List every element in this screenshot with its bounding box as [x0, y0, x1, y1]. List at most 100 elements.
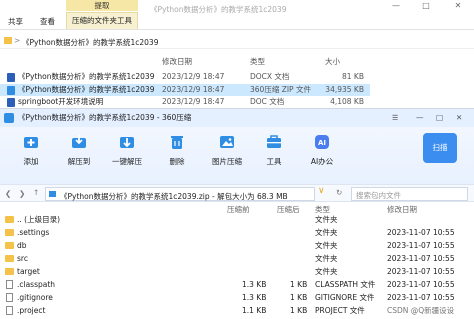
- explorer-ribbon: 提取 共享 查看 压缩的文件夹工具 《Python数据分析》的教学系统1c203…: [0, 0, 474, 30]
- forward-arrow-icon[interactable]: ❯: [19, 189, 25, 198]
- tools-icon: [267, 135, 281, 148]
- zip-window: 《Python数据分析》的教学系统1c2039 - 360压缩 ☰ — □ ✕ …: [0, 108, 474, 319]
- zip-path-bar: ❮ ❯ ↑ 《Python数据分析》的教学系统1c2039.zip - 解包大小…: [0, 184, 474, 202]
- minimize-button[interactable]: —: [416, 109, 424, 127]
- row-name: .classpath: [17, 280, 56, 289]
- table-row[interactable]: db 文件夹 2023-11-07 10:55: [0, 239, 474, 253]
- minimize-button[interactable]: —: [382, 0, 410, 12]
- row-type: 文件夹: [315, 228, 338, 237]
- file-modified: 2023/12/9 18:47: [162, 85, 225, 94]
- file-name: 《Python数据分析》的教学系统1c2039: [18, 85, 155, 94]
- row-name: src: [17, 254, 28, 263]
- tab-view[interactable]: 查看: [40, 16, 55, 28]
- folder-icon: [5, 242, 14, 249]
- address-path: 《Python数据分析》的教学系统1c2039: [22, 38, 159, 47]
- tab-compressed-folder-tools[interactable]: 压缩的文件夹工具: [66, 12, 138, 29]
- delete-label: 删除: [169, 157, 185, 166]
- row-before: 1.3 KB: [242, 293, 267, 302]
- table-row[interactable]: .gitignore 1.3 KB 1 KB GITIGNORE 文件 2023…: [0, 291, 474, 305]
- file-icon: [6, 280, 13, 289]
- table-row[interactable]: target 文件夹 2023-11-07 10:55: [0, 265, 474, 279]
- row-name: .. (上级目录): [17, 215, 61, 224]
- app-icon: [4, 113, 14, 123]
- file-size: 34,935 KB: [325, 85, 364, 94]
- one-click-extract-icon: [120, 137, 134, 148]
- row-modified: 2023-11-07 10:55: [387, 241, 455, 250]
- delete-icon: [171, 136, 183, 149]
- add-button[interactable]: 添加: [9, 133, 53, 167]
- chevron-right-icon: >: [14, 36, 21, 45]
- explorer-window-title: 《Python数据分析》的教学系统1c2039: [150, 5, 287, 14]
- explorer-file-row[interactable]: 《Python数据分析》的教学系统1c2039 2023/12/9 18:47 …: [0, 71, 370, 83]
- file-size: 4,108 KB: [330, 97, 364, 106]
- add-label: 添加: [23, 157, 39, 166]
- row-modified: 2023-11-07 10:55: [387, 280, 455, 289]
- row-type: PROJECT 文件: [315, 306, 365, 315]
- explorer-file-row-selected[interactable]: 《Python数据分析》的教学系统1c2039 2023/12/9 18:47 …: [0, 84, 370, 96]
- tools-label: 工具: [266, 157, 282, 166]
- table-row[interactable]: .. (上级目录) 文件夹: [0, 213, 474, 227]
- image-compress-button[interactable]: 图片压缩: [205, 133, 249, 167]
- delete-button[interactable]: 删除: [155, 133, 199, 167]
- maximize-button[interactable]: □: [436, 109, 443, 127]
- file-name: springboot开发环境说明: [18, 97, 104, 106]
- table-row[interactable]: src 文件夹 2023-11-07 10:55: [0, 252, 474, 266]
- tools-button[interactable]: 工具: [252, 133, 296, 167]
- archive-path-field[interactable]: 《Python数据分析》的教学系统1c2039.zip - 解包大小为 68.3…: [45, 187, 315, 201]
- row-after: 1 KB: [290, 306, 308, 315]
- search-input[interactable]: 搜索包内文件: [351, 187, 468, 201]
- refresh-icon[interactable]: ↻: [336, 188, 342, 197]
- ai-icon: AI: [315, 135, 329, 149]
- chevron-down-icon[interactable]: ∨: [318, 186, 325, 196]
- row-after: 1 KB: [290, 293, 308, 302]
- folder-icon: [4, 37, 12, 44]
- file-size: 81 KB: [342, 72, 364, 81]
- row-type: 文件夹: [315, 254, 338, 263]
- menu-icon[interactable]: ☰: [392, 109, 398, 127]
- up-arrow-icon[interactable]: ↑: [33, 188, 39, 197]
- extract-to-icon: [72, 135, 86, 148]
- row-type: 文件夹: [315, 215, 338, 224]
- table-row[interactable]: .project 1.1 KB 1 KB PROJECT 文件 CSDN @Q新…: [0, 304, 474, 318]
- doc-file-icon: [7, 98, 15, 107]
- close-button[interactable]: ✕: [456, 109, 462, 127]
- row-modified: 2023-11-07 10:55: [387, 254, 455, 263]
- tab-share[interactable]: 共享: [8, 16, 23, 28]
- file-modified: 2023/12/9 18:47: [162, 72, 225, 81]
- file-type: DOC 文档: [250, 97, 285, 106]
- zip-window-title: 《Python数据分析》的教学系统1c2039 - 360压缩: [18, 113, 192, 122]
- docx-file-icon: [7, 73, 15, 82]
- row-name: .settings: [17, 228, 50, 237]
- table-row[interactable]: .settings 文件夹 2023-11-07 10:55: [0, 226, 474, 240]
- row-name: .project: [17, 306, 46, 315]
- row-name: .gitignore: [17, 293, 53, 302]
- one-click-extract-label: 一键解压: [112, 157, 142, 166]
- svg-text:AI: AI: [318, 139, 326, 147]
- explorer-address-bar[interactable]: > 《Python数据分析》的教学系统1c2039: [0, 33, 474, 49]
- table-row[interactable]: .classpath 1.3 KB 1 KB CLASSPATH 文件 2023…: [0, 278, 474, 292]
- row-type: 文件夹: [315, 267, 338, 276]
- folder-icon: [5, 268, 14, 275]
- col-modified[interactable]: 修改日期: [162, 56, 192, 67]
- back-arrow-icon[interactable]: ❮: [5, 189, 11, 198]
- row-modified: 2023-11-07 10:55: [387, 293, 455, 302]
- scan-button[interactable]: 扫描: [423, 133, 457, 163]
- one-click-extract-button[interactable]: 一键解压: [105, 133, 149, 167]
- row-type: GITIGNORE 文件: [315, 293, 375, 302]
- extract-to-button[interactable]: 解压到: [57, 133, 101, 167]
- row-type: 文件夹: [315, 241, 338, 250]
- row-after: 1 KB: [290, 280, 308, 289]
- scan-label: 扫描: [432, 143, 448, 152]
- maximize-button[interactable]: □: [412, 0, 440, 12]
- ai-office-button[interactable]: AI AI办公: [300, 133, 344, 167]
- watermark: CSDN @Q新疆设设: [387, 306, 455, 315]
- explorer-file-row[interactable]: springboot开发环境说明 2023/12/9 18:47 DOC 文档 …: [0, 96, 370, 108]
- close-button[interactable]: ✕: [444, 0, 472, 12]
- row-before: 1.1 KB: [242, 306, 267, 315]
- col-size[interactable]: 大小: [325, 56, 340, 67]
- folder-icon: [5, 255, 14, 262]
- archive-path-text: 《Python数据分析》的教学系统1c2039.zip - 解包大小为 68.3…: [60, 192, 288, 201]
- col-type[interactable]: 类型: [250, 56, 265, 67]
- image-compress-icon: [220, 136, 234, 148]
- search-placeholder: 搜索包内文件: [356, 191, 401, 200]
